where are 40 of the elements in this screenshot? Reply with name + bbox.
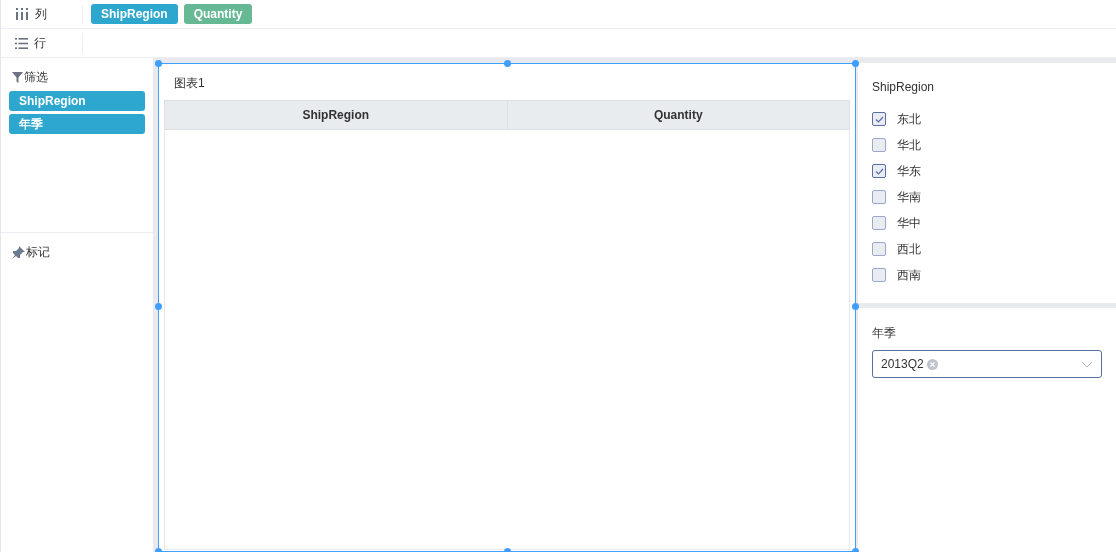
checkbox[interactable] bbox=[872, 190, 886, 204]
filters-title: 筛选 bbox=[24, 69, 48, 86]
columns-icon bbox=[15, 8, 29, 20]
resize-handle[interactable] bbox=[852, 303, 859, 310]
resize-handle[interactable] bbox=[504, 60, 511, 67]
checkbox[interactable] bbox=[872, 164, 886, 178]
option-label: 西北 bbox=[897, 241, 921, 258]
option-label: 华东 bbox=[897, 163, 921, 180]
chart-title: 图表1 bbox=[173, 75, 206, 92]
resize-handle[interactable] bbox=[155, 303, 162, 310]
select-field[interactable]: 2013Q2 bbox=[872, 350, 1102, 378]
option-label: 华北 bbox=[897, 137, 921, 154]
column-header[interactable]: Quantity bbox=[506, 101, 849, 129]
option-label: 华中 bbox=[897, 215, 921, 232]
filter-pill[interactable]: 年季 bbox=[9, 114, 145, 134]
selected-tag: 2013Q2 bbox=[881, 355, 924, 373]
list-icon bbox=[15, 37, 28, 49]
marks-title: 标记 bbox=[26, 244, 50, 261]
option-label: 华南 bbox=[897, 189, 921, 206]
checkbox[interactable] bbox=[872, 112, 886, 126]
filter-pill[interactable]: ShipRegion bbox=[9, 91, 145, 111]
column-header[interactable]: ShipRegion bbox=[165, 101, 507, 129]
chevron-down-icon bbox=[1081, 360, 1093, 368]
checkbox[interactable] bbox=[872, 216, 886, 230]
option-label: 东北 bbox=[897, 111, 921, 128]
field-pill[interactable]: ShipRegion bbox=[91, 4, 178, 24]
checkbox[interactable] bbox=[872, 242, 886, 256]
field-pill[interactable]: Quantity bbox=[183, 4, 253, 24]
option-label: 西南 bbox=[897, 267, 921, 284]
filter-title: 年季 bbox=[872, 325, 897, 342]
checkbox[interactable] bbox=[872, 268, 886, 282]
filter-title: ShipRegion bbox=[872, 79, 936, 96]
pin-icon bbox=[11, 245, 25, 259]
resize-handle[interactable] bbox=[852, 60, 859, 67]
filter-icon bbox=[12, 71, 23, 83]
clear-icon[interactable] bbox=[926, 358, 938, 370]
shelf-label: 行 bbox=[34, 35, 46, 52]
resize-handle[interactable] bbox=[155, 60, 162, 67]
checkbox[interactable] bbox=[872, 138, 886, 152]
shelf-label: 列 bbox=[35, 6, 47, 23]
